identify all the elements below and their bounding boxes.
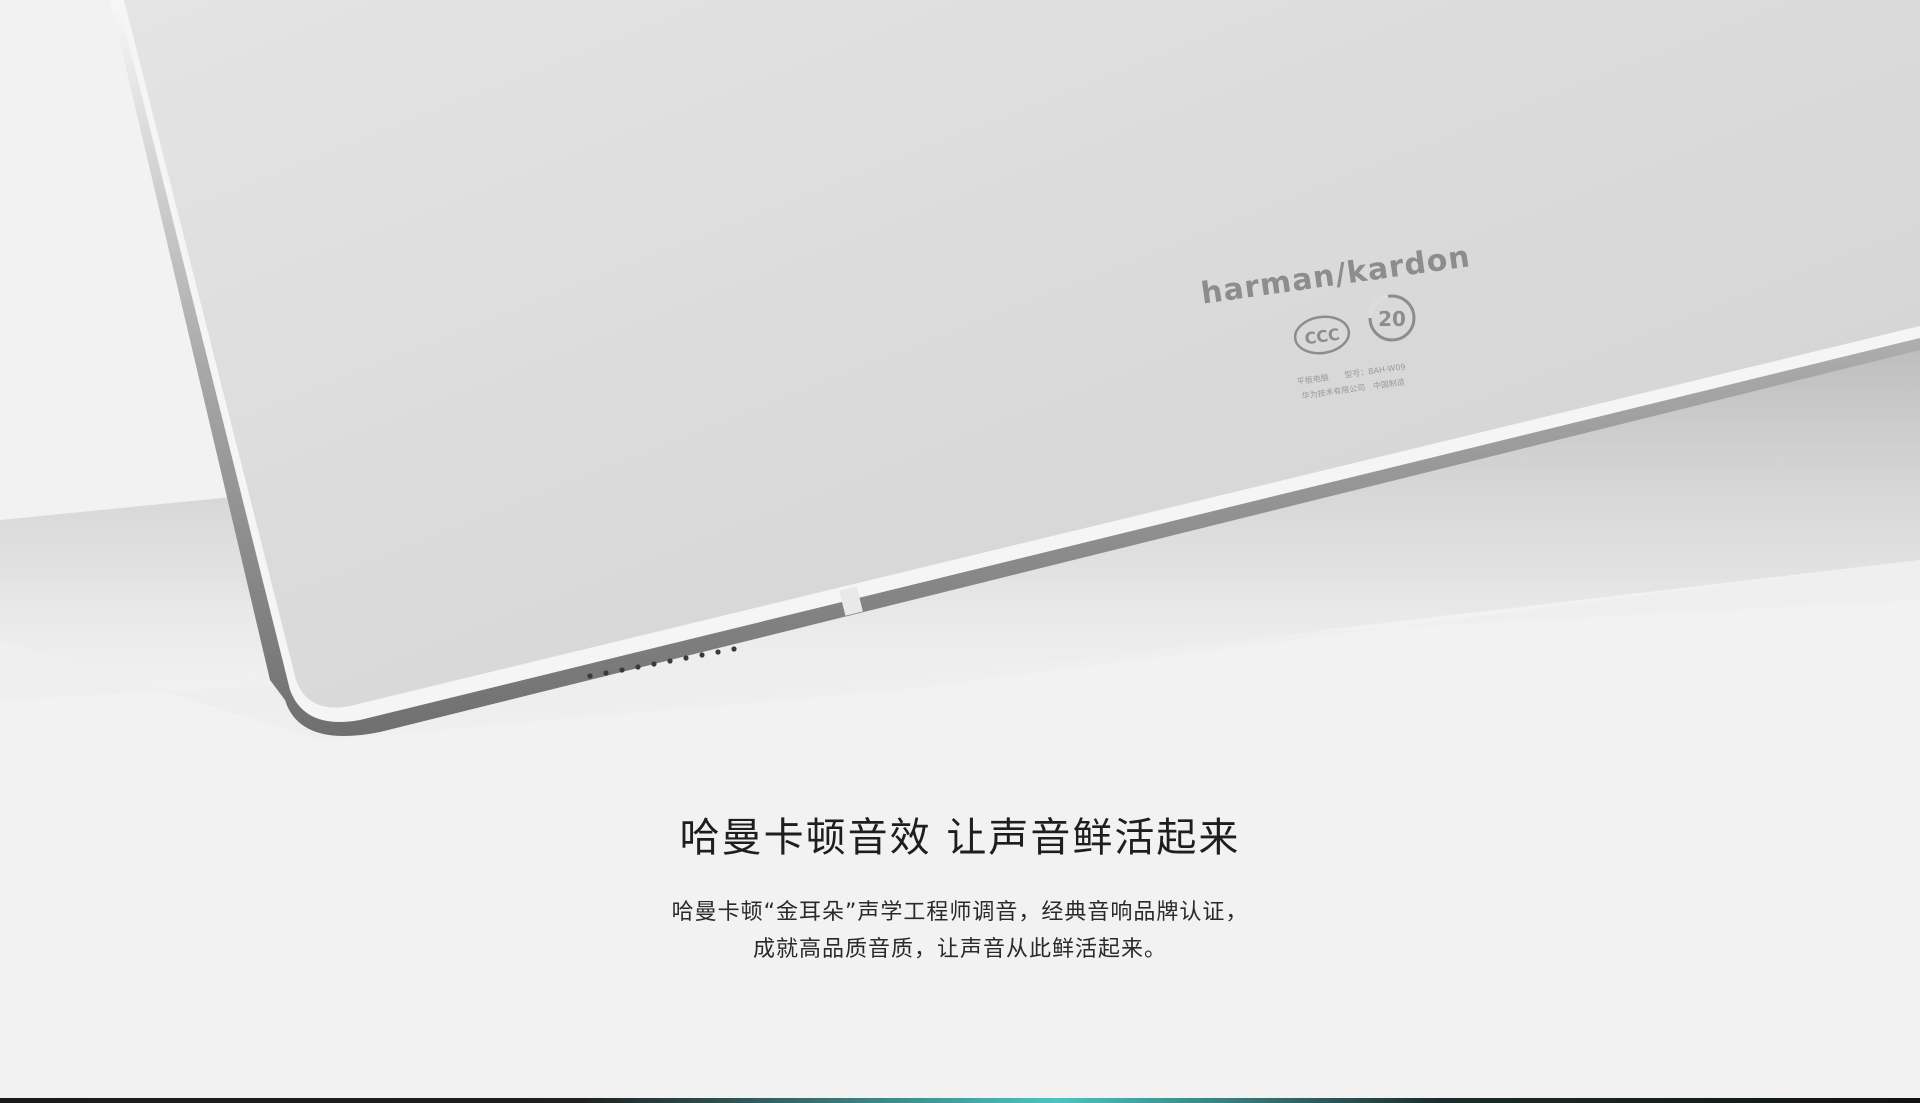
svg-text:20: 20 (1378, 307, 1406, 331)
description: 哈曼卡顿“金耳朵”声学工程师调音，经典音响品牌认证， 成就高品质音质，让声音从此… (0, 894, 1920, 968)
bottom-accent-bar (0, 1098, 1920, 1103)
description-line2: 成就高品质音质，让声音从此鲜活起来。 (752, 937, 1167, 962)
product-banner: harman/kardon CCC 20 平板电脑 型号：BAH-W09 华为技… (0, 0, 1920, 1103)
headline: 哈曼卡顿音效 让声音鲜活起来 (679, 814, 1241, 861)
description-line1: 哈曼卡顿“金耳朵”声学工程师调音，经典音响品牌认证， (671, 900, 1249, 925)
